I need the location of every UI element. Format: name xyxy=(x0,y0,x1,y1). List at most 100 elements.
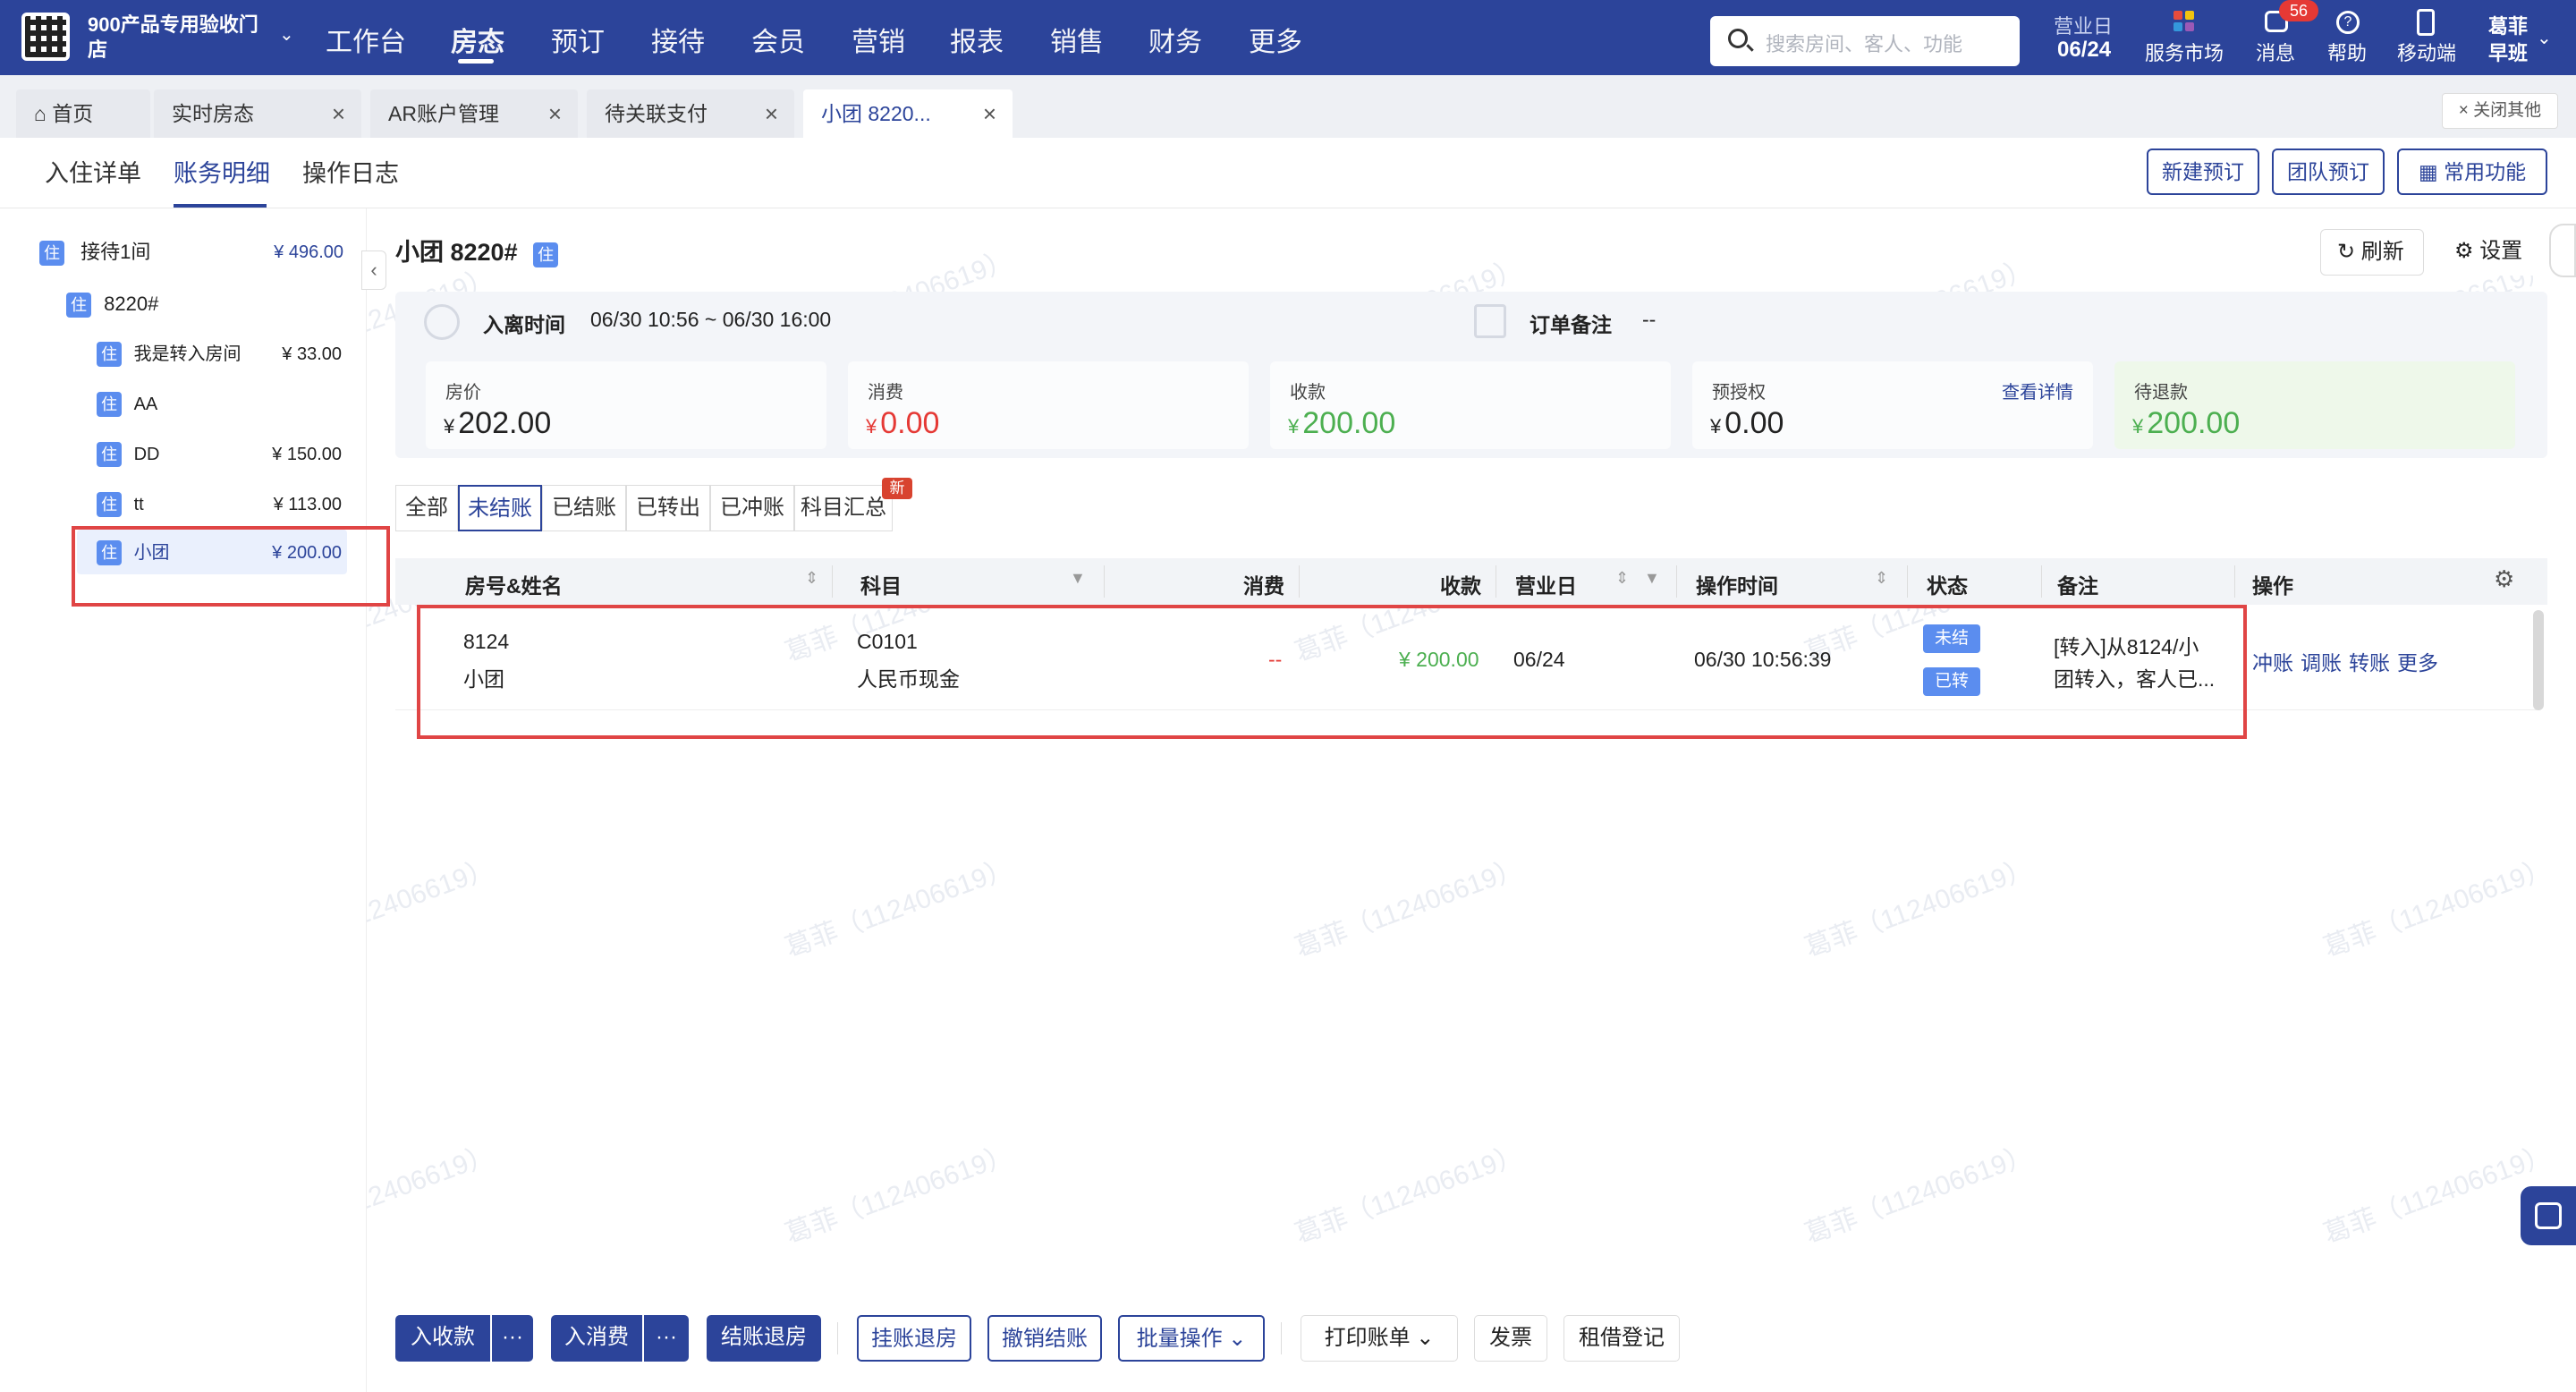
service-market-label[interactable]: 服务市场 xyxy=(2145,38,2224,66)
col-remark[interactable]: 备注 xyxy=(2057,569,2098,599)
invoice-button[interactable]: 发票 xyxy=(1474,1315,1547,1362)
nav-member[interactable]: 会员 xyxy=(751,20,805,59)
nav-active-indicator xyxy=(458,59,494,64)
checkout-button[interactable]: 结账退房 xyxy=(707,1315,821,1362)
nav-workbench[interactable]: 工作台 xyxy=(326,20,406,59)
filter-reversed[interactable]: 已冲账 xyxy=(710,485,794,531)
user-shift[interactable]: 早班 xyxy=(2488,38,2528,66)
watermark: 葛菲（112406619） xyxy=(781,1139,1017,1250)
mobile-label[interactable]: 移动端 xyxy=(2397,38,2456,66)
subtab-checkin-detail[interactable]: 入住详单 xyxy=(45,154,141,189)
close-icon[interactable]: × xyxy=(332,89,345,138)
col-room-name[interactable]: 房号&姓名 xyxy=(465,569,563,599)
tab-pending-payment[interactable]: 待关联支付 × xyxy=(587,89,794,138)
ai-assistant-tab[interactable] xyxy=(2549,224,2576,277)
filter-all[interactable]: 全部 xyxy=(395,485,458,531)
chevron-down-icon[interactable]: ⌄ xyxy=(279,23,294,46)
stat-value: ¥0.00 xyxy=(866,406,940,440)
sort-icon[interactable]: ⇕ xyxy=(1875,569,1888,588)
col-op-time[interactable]: 操作时间 xyxy=(1696,569,1778,599)
hang-checkout-button[interactable]: 挂账退房 xyxy=(857,1315,971,1362)
adjust-link[interactable]: 调账 xyxy=(2301,646,2342,676)
col-status[interactable]: 状态 xyxy=(1927,569,1968,599)
settings-button[interactable]: ⚙ 设置 xyxy=(2438,229,2542,276)
table-scrollbar[interactable] xyxy=(2533,610,2544,710)
tab-label: 首页 xyxy=(52,102,94,125)
tab-home[interactable]: ⌂ 首页 xyxy=(16,89,150,138)
cancel-settlement-button[interactable]: 撤销结账 xyxy=(987,1315,1102,1362)
chevron-down-icon[interactable]: ⌄ xyxy=(2537,27,2552,49)
help-label[interactable]: 帮助 xyxy=(2327,38,2367,66)
filter-icon[interactable]: ▼ xyxy=(1644,569,1660,588)
nav-more[interactable]: 更多 xyxy=(1249,20,1302,59)
tree-guest[interactable]: 住 我是转入房间 ¥ 33.00 xyxy=(97,336,342,372)
tree-root[interactable]: 住 接待1间 ¥ 496.00 xyxy=(39,234,343,270)
transfer-link[interactable]: 转账 xyxy=(2349,646,2390,676)
view-details-link[interactable]: 查看详情 xyxy=(2002,378,2073,403)
col-subject[interactable]: 科目 xyxy=(860,569,902,599)
close-others-button[interactable]: × 关闭其他 xyxy=(2442,93,2558,129)
gear-icon[interactable]: ⚙ xyxy=(2494,565,2514,593)
status-tag: 住 xyxy=(97,342,122,367)
hotel-qr-logo[interactable] xyxy=(21,13,70,61)
rental-register-button[interactable]: 租借登记 xyxy=(1563,1315,1680,1362)
user-name[interactable]: 葛菲 xyxy=(2488,11,2528,39)
filter-icon[interactable]: ▼ xyxy=(1070,569,1086,588)
col-actions: 操作 xyxy=(2252,574,2293,598)
col-consume[interactable]: 消费 xyxy=(1243,569,1284,599)
gear-icon: ⚙ xyxy=(2454,239,2480,263)
subtab-operation-log[interactable]: 操作日志 xyxy=(302,154,399,189)
tab-group-8220[interactable]: 小团 8220... × xyxy=(803,89,1013,138)
close-icon[interactable]: × xyxy=(983,89,996,138)
common-functions-button[interactable]: ▦ 常用功能 xyxy=(2397,149,2547,195)
home-icon: ⌂ xyxy=(34,102,53,125)
close-icon[interactable]: × xyxy=(548,89,562,138)
sort-icon[interactable]: ⇕ xyxy=(805,569,818,588)
nav-finance[interactable]: 财务 xyxy=(1148,20,1202,59)
new-reservation-button[interactable]: 新建预订 xyxy=(2147,149,2259,195)
nav-room-status[interactable]: 房态 xyxy=(451,20,504,59)
filter-transferred-out[interactable]: 已转出 xyxy=(626,485,710,531)
tree-guest[interactable]: 住 tt ¥ 113.00 xyxy=(97,487,342,522)
more-link[interactable]: 更多 xyxy=(2397,646,2438,676)
tree-room[interactable]: 住 8220# xyxy=(66,286,335,322)
consume-more-button[interactable]: ··· xyxy=(644,1315,689,1362)
tab-ar-account[interactable]: AR账户管理 × xyxy=(370,89,578,138)
checkin-value: 06/30 10:56 ~ 06/30 16:00 xyxy=(590,308,832,331)
refresh-button[interactable]: ↻ 刷新 xyxy=(2320,229,2424,276)
mobile-icon[interactable] xyxy=(2417,9,2435,36)
tree-guest[interactable]: 住 DD ¥ 150.00 xyxy=(97,437,342,472)
global-search-input[interactable]: 搜索房间、客人、功能 xyxy=(1710,16,2020,66)
hotel-name[interactable]: 900产品专用验收门店 xyxy=(88,13,275,63)
close-icon[interactable]: × xyxy=(765,89,778,138)
col-biz-day[interactable]: 营业日 xyxy=(1515,569,1577,599)
nav-reservation[interactable]: 预订 xyxy=(551,20,605,59)
col-receive[interactable]: 收款 xyxy=(1440,569,1481,599)
guest-label: tt xyxy=(133,495,144,514)
add-consumption-button[interactable]: 入消费 xyxy=(551,1315,642,1362)
column-separator xyxy=(1676,565,1677,598)
column-separator xyxy=(1299,565,1300,598)
subtab-account-detail[interactable]: 账务明细 xyxy=(174,154,270,189)
nav-reports[interactable]: 报表 xyxy=(950,20,1004,59)
reverse-link[interactable]: 冲账 xyxy=(2252,646,2293,676)
floating-assistant-button[interactable] xyxy=(2521,1186,2576,1245)
print-bill-button[interactable]: 打印账单 ⌄ xyxy=(1301,1315,1458,1362)
filter-subject-summary[interactable]: 科目汇总 xyxy=(794,485,893,531)
nav-reception[interactable]: 接待 xyxy=(651,20,705,59)
tree-guest[interactable]: 住 AA xyxy=(97,386,342,422)
receive-more-button[interactable]: ··· xyxy=(492,1315,533,1362)
messages-label[interactable]: 消息 xyxy=(2256,38,2295,66)
collapse-panel-button[interactable]: ‹ xyxy=(361,250,386,290)
apps-grid-icon[interactable] xyxy=(2174,11,2195,32)
tab-room-status[interactable]: 实时房态 × xyxy=(154,89,361,138)
batch-operation-button[interactable]: 批量操作 ⌄ xyxy=(1118,1315,1265,1362)
nav-sales[interactable]: 销售 xyxy=(1050,20,1104,59)
help-icon[interactable]: ? xyxy=(2336,11,2360,34)
group-reservation-button[interactable]: 团队预订 xyxy=(2272,149,2385,195)
filter-unsettled[interactable]: 未结账 xyxy=(458,485,542,531)
sort-icon[interactable]: ⇕ xyxy=(1615,569,1629,588)
filter-settled[interactable]: 已结账 xyxy=(542,485,626,531)
receive-payment-button[interactable]: 入收款 xyxy=(395,1315,490,1362)
nav-marketing[interactable]: 营销 xyxy=(852,20,905,59)
